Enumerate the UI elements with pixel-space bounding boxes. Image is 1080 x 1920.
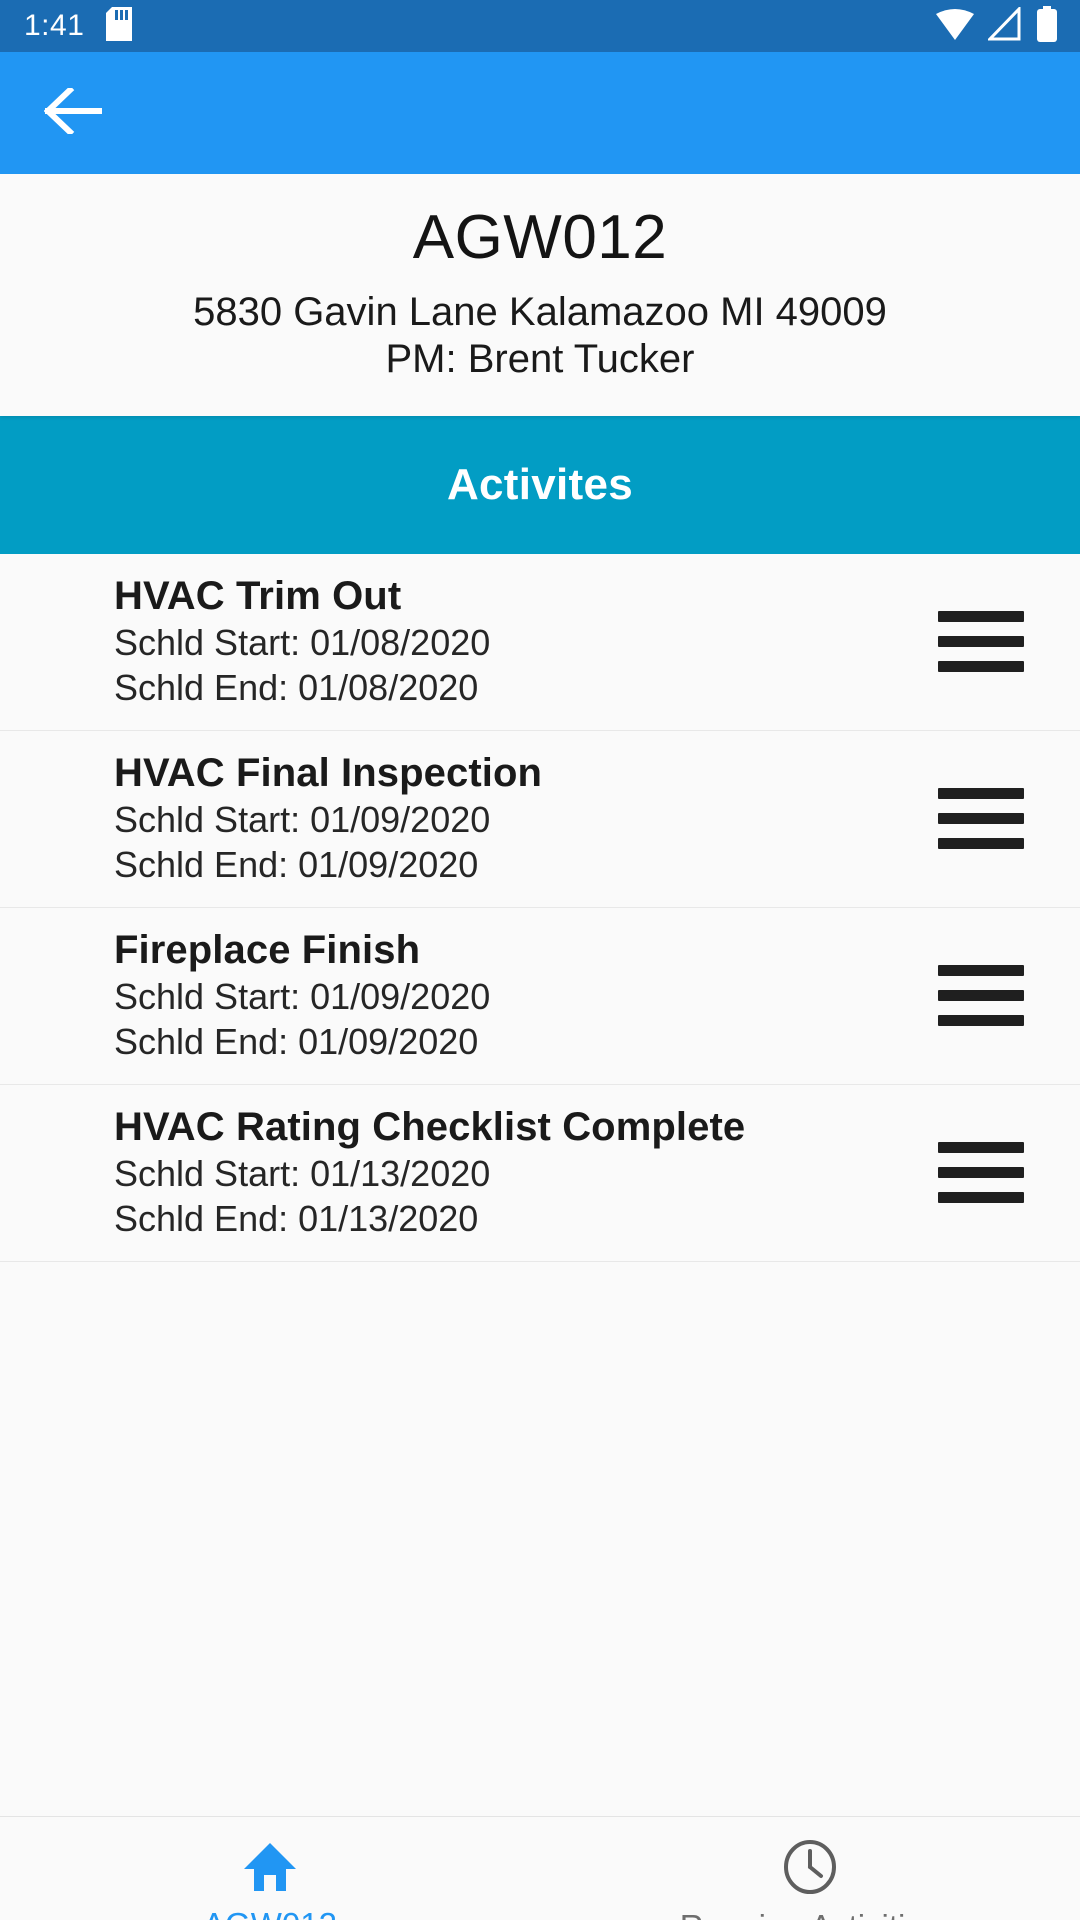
activity-details: HVAC Trim Out Schld Start: 01/08/2020 Sc… (114, 572, 908, 710)
cellular-signal-icon (986, 4, 1022, 46)
drag-handle-icon[interactable] (938, 610, 1024, 672)
activities-section-banner: Activites (0, 416, 1080, 555)
app-bar (0, 52, 1080, 174)
activity-scheduled-start: Schld Start: 01/13/2020 (114, 1153, 491, 1195)
bottom-nav-item-project[interactable]: AGW012 (0, 1841, 540, 1920)
wifi-icon (936, 7, 974, 46)
home-icon (242, 1841, 298, 1898)
clock-icon (782, 1839, 838, 1900)
status-bar-right (936, 4, 1058, 47)
status-bar: 1:41 (0, 0, 1080, 52)
activity-list-item[interactable]: HVAC Trim Out Schld Start: 01/08/2020 Sc… (0, 554, 1080, 732)
project-header-card: AGW012 5830 Gavin Lane Kalamazoo MI 4900… (0, 174, 1080, 417)
activity-scheduled-end: Schld End: 01/08/2020 (114, 666, 479, 708)
activity-details: HVAC Rating Checklist Complete Schld Sta… (114, 1103, 908, 1241)
bottom-nav-label-running-activities: Running Activities (680, 1910, 940, 1920)
list-empty-space (0, 1539, 1080, 1817)
activity-details: HVAC Final Inspection Schld Start: 01/09… (114, 749, 908, 887)
content-column: AGW012 5830 Gavin Lane Kalamazoo MI 4900… (0, 174, 1080, 1920)
activity-details: Fireplace Finish Schld Start: 01/09/2020… (114, 926, 908, 1064)
activity-scheduled-start: Schld Start: 01/09/2020 (114, 975, 491, 1017)
status-bar-clock: 1:41 (24, 9, 85, 42)
back-arrow-icon (43, 85, 103, 139)
activities-list: HVAC Trim Out Schld Start: 01/08/2020 Sc… (0, 554, 1080, 1540)
activities-section-label: Activites (446, 460, 634, 510)
activity-scheduled-start: Schld Start: 01/08/2020 (114, 621, 491, 663)
project-manager: PM: Brent Tucker (385, 336, 695, 381)
status-bar-left: 1:41 (24, 6, 133, 46)
bottom-navigation-bar: AGW012 Running Activities (0, 1816, 1080, 1920)
activity-name: HVAC Final Inspection (114, 751, 543, 796)
activity-scheduled-end: Schld End: 01/13/2020 (114, 1197, 479, 1239)
bottom-nav-label-project: AGW012 (203, 1908, 337, 1920)
activity-list-item[interactable]: HVAC Final Inspection Schld Start: 01/09… (0, 731, 1080, 909)
back-button[interactable] (38, 78, 108, 148)
activity-scheduled-end: Schld End: 01/09/2020 (114, 843, 479, 885)
activity-name: HVAC Rating Checklist Complete (114, 1105, 746, 1150)
drag-handle-icon[interactable] (938, 964, 1024, 1026)
activity-scheduled-start: Schld Start: 01/09/2020 (114, 798, 491, 840)
activity-list-item[interactable]: Fireplace Finish Schld Start: 01/09/2020… (0, 908, 1080, 1086)
activity-list-item[interactable]: HVAC Rating Checklist Complete Schld Sta… (0, 1085, 1080, 1263)
activity-name: HVAC Trim Out (114, 574, 402, 619)
drag-handle-icon[interactable] (938, 1141, 1024, 1203)
sd-card-icon (106, 6, 133, 46)
battery-icon (1036, 5, 1058, 47)
bottom-nav-item-running-activities[interactable]: Running Activities (540, 1839, 1080, 1920)
activity-name: Fireplace Finish (114, 928, 421, 973)
project-title: AGW012 (412, 203, 668, 272)
drag-handle-icon[interactable] (938, 787, 1024, 849)
activity-scheduled-end: Schld End: 01/09/2020 (114, 1020, 479, 1062)
project-address: 5830 Gavin Lane Kalamazoo MI 49009 (193, 290, 887, 335)
